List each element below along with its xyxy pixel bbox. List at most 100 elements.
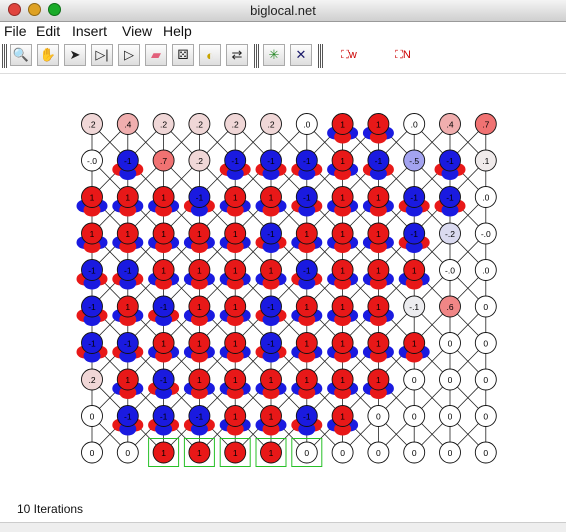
network-node[interactable]: 0 [81, 405, 103, 427]
network-node[interactable]: 1 [219, 405, 251, 436]
step-forward-icon[interactable]: ▷| [91, 44, 113, 66]
network-node[interactable]: 0 [474, 332, 497, 354]
network-node[interactable]: -1 [148, 368, 180, 399]
network-node[interactable]: 1 [255, 186, 287, 217]
swap-arrows-icon[interactable]: ⇄ [226, 44, 248, 66]
zoom-tool-icon[interactable]: 🔍 [10, 44, 32, 66]
network-node[interactable]: 0 [81, 441, 103, 464]
network-node[interactable]: -1 [76, 332, 108, 363]
node-w-icon[interactable]: ⛶w [338, 44, 360, 66]
network-node[interactable]: 1 [362, 332, 394, 363]
network-node[interactable]: -.2 [439, 222, 461, 245]
network-node[interactable]: -.0 [81, 149, 103, 172]
network-node[interactable]: .2 [188, 149, 211, 172]
network-node[interactable]: 1 [327, 186, 359, 217]
network-node[interactable]: 0 [367, 405, 390, 427]
network-node[interactable]: 1 [398, 332, 430, 363]
network-node[interactable]: 1 [291, 332, 323, 363]
network-node[interactable]: 1 [362, 113, 394, 144]
network-node[interactable]: -1 [148, 405, 180, 436]
network-node[interactable]: .0 [474, 259, 497, 281]
menu-file[interactable]: File [4, 23, 27, 39]
network-node[interactable]: -1 [291, 149, 323, 180]
network-node[interactable]: -1 [112, 259, 144, 290]
network-node[interactable]: .0 [403, 113, 426, 135]
network-node[interactable]: 1 [362, 295, 394, 326]
network-node[interactable]: 0 [439, 405, 461, 427]
network-node[interactable]: -.1 [403, 295, 426, 318]
menu-insert[interactable]: Insert [72, 23, 107, 39]
network-node[interactable]: 0 [439, 332, 461, 354]
network-node[interactable]: .4 [439, 113, 461, 135]
network-node[interactable]: 1 [148, 259, 180, 290]
network-node[interactable]: 0 [403, 441, 426, 464]
network-node[interactable]: 0 [439, 368, 461, 391]
network-node[interactable]: 1 [327, 259, 359, 290]
network-node[interactable]: 1 [255, 368, 287, 399]
network-node[interactable]: .6 [439, 295, 461, 318]
network-node[interactable]: 1 [112, 222, 144, 253]
node-n-icon[interactable]: ⛶N [392, 44, 414, 66]
network-node[interactable]: -1 [183, 405, 215, 436]
network-node[interactable]: 1 [76, 222, 108, 253]
sparkle-node-icon[interactable]: ✳ [263, 44, 285, 66]
network-node[interactable]: -1 [76, 259, 108, 290]
network-node[interactable]: -1 [219, 149, 251, 180]
network-node[interactable]: -1 [255, 295, 287, 326]
network-node[interactable]: 1 [112, 368, 144, 399]
network-node[interactable]: .7 [474, 113, 497, 135]
network-node[interactable]: .7 [152, 149, 175, 172]
network-node[interactable]: 1 [291, 295, 323, 326]
network-node[interactable]: 0 [403, 405, 426, 427]
menu-edit[interactable]: Edit [36, 23, 60, 39]
network-node[interactable]: -1 [434, 186, 466, 217]
network-node[interactable]: 1 [219, 332, 251, 363]
network-node[interactable]: 1 [183, 295, 215, 326]
network-node[interactable]: -1 [183, 186, 215, 217]
network-node[interactable]: -1 [362, 149, 394, 180]
network-node[interactable]: -1 [112, 405, 144, 436]
network-node[interactable]: 1 [327, 295, 359, 326]
network-node[interactable]: -1 [398, 186, 430, 217]
network-node[interactable]: 1 [183, 438, 215, 467]
network-node[interactable]: 1 [327, 368, 359, 399]
network-node[interactable]: 1 [219, 368, 251, 399]
network-node[interactable]: .2 [260, 113, 282, 135]
network-node[interactable]: -1 [112, 332, 144, 363]
network-node[interactable]: 1 [183, 332, 215, 363]
network-node[interactable]: 1 [327, 332, 359, 363]
network-node[interactable]: .0 [295, 113, 318, 135]
network-node[interactable]: 1 [255, 438, 287, 467]
network-node[interactable]: .2 [188, 113, 211, 135]
network-node[interactable]: -1 [291, 259, 323, 290]
network-node[interactable]: 0 [474, 295, 497, 318]
network-node[interactable]: 1 [362, 186, 394, 217]
network-node[interactable]: 1 [219, 438, 251, 467]
network-node[interactable]: 0 [474, 368, 497, 391]
network-node[interactable]: 1 [148, 332, 180, 363]
network-node[interactable]: -.0 [474, 222, 497, 245]
eraser-icon[interactable]: ▰ [145, 44, 167, 66]
network-node[interactable]: -1 [398, 222, 430, 253]
network-node[interactable]: 1 [362, 368, 394, 399]
gauge-icon[interactable]: ◐ [199, 44, 221, 66]
network-node[interactable]: -.0 [439, 259, 461, 281]
network-graph[interactable]: .2 .4 .2 .2 .2 .2 .0 1 1 .0 .4 .7 -.0 -1 .7 .2 -1 -1 -1 1 -1… [0, 74, 566, 498]
hand-tool-icon[interactable]: ✋ [37, 44, 59, 66]
network-node[interactable]: 1 [362, 222, 394, 253]
dice-icon[interactable]: ⚄ [172, 44, 194, 66]
network-node[interactable]: 1 [148, 438, 180, 467]
network-node[interactable]: .1 [474, 149, 497, 172]
network-node[interactable]: .2 [224, 113, 247, 135]
network-node[interactable]: 1 [327, 405, 359, 436]
network-node[interactable]: 1 [255, 405, 287, 436]
network-node[interactable]: .0 [474, 186, 497, 208]
network-node[interactable]: 1 [148, 222, 180, 253]
network-node[interactable]: .4 [116, 113, 139, 135]
network-node[interactable]: -1 [255, 222, 287, 253]
network-node[interactable]: -1 [434, 149, 466, 180]
network-node[interactable]: 1 [183, 259, 215, 290]
network-node[interactable]: 1 [327, 222, 359, 253]
network-node[interactable]: 1 [219, 186, 251, 217]
network-node[interactable]: 0 [116, 441, 139, 464]
